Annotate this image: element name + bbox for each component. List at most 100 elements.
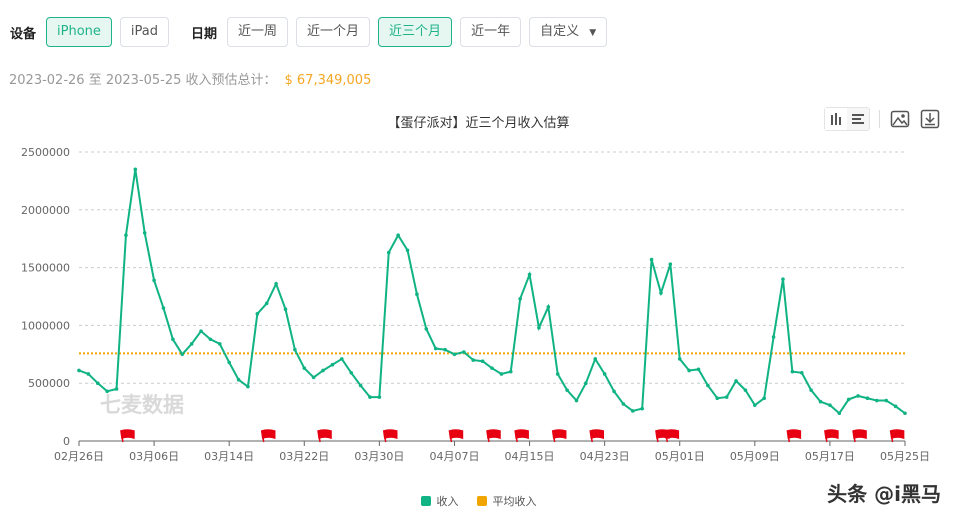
range-year-button[interactable]: 近一年 xyxy=(460,17,522,47)
x-tick-label: 05月17日 xyxy=(805,450,855,463)
y-tick-label: 0 xyxy=(63,435,70,448)
data-point xyxy=(340,357,344,361)
data-point xyxy=(715,396,720,401)
data-point xyxy=(490,366,494,370)
data-point xyxy=(781,277,785,281)
revenue-line-chart: 七麦数据 0 500000 1000000 1500000 2000000 2500000… xyxy=(21,146,930,463)
data-point xyxy=(171,337,175,342)
data-point xyxy=(518,297,522,301)
data-point xyxy=(875,398,879,403)
data-point xyxy=(396,233,400,238)
data-point xyxy=(462,350,466,354)
device-label: 设备 xyxy=(10,26,37,42)
data-point xyxy=(799,370,804,375)
x-tick-label: 04月15日 xyxy=(505,450,555,463)
data-point xyxy=(349,370,354,375)
data-point xyxy=(668,262,673,266)
data-point xyxy=(405,248,410,253)
x-tick-label: 05月25日 xyxy=(880,450,930,463)
data-point xyxy=(415,292,419,296)
data-point xyxy=(152,278,156,283)
data-point xyxy=(537,325,541,330)
data-point xyxy=(321,368,325,373)
data-point xyxy=(565,388,569,392)
device-ipad-button[interactable]: iPad xyxy=(119,17,169,47)
data-point xyxy=(790,369,795,374)
download-icon[interactable] xyxy=(919,108,941,130)
bar-chart-icon[interactable] xyxy=(825,108,847,130)
range-3months-button[interactable]: 近三个月 xyxy=(378,17,453,47)
data-point xyxy=(828,403,832,407)
data-point xyxy=(105,389,109,394)
data-point xyxy=(86,372,91,376)
x-tick-label: 03月30日 xyxy=(354,450,404,463)
list-icon[interactable] xyxy=(847,108,869,130)
data-point xyxy=(264,301,269,306)
data-point xyxy=(555,372,560,376)
data-point xyxy=(199,329,203,333)
event-flag-icon xyxy=(448,429,464,443)
summary-total: $ 67,349,005 xyxy=(284,73,372,88)
event-flag-icon xyxy=(260,429,276,443)
data-point xyxy=(227,360,231,365)
data-point xyxy=(480,359,485,364)
event-flag-icon xyxy=(382,429,398,443)
data-point xyxy=(311,375,316,380)
data-point xyxy=(283,307,288,312)
legend-item-revenue[interactable]: 收入 xyxy=(420,493,459,509)
data-point xyxy=(696,367,701,372)
data-point xyxy=(706,383,710,388)
data-point xyxy=(180,352,185,357)
data-point xyxy=(443,347,447,352)
y-tick-label: 2500000 xyxy=(21,146,70,159)
data-point xyxy=(508,369,513,374)
y-tick-label: 2000000 xyxy=(21,204,70,217)
y-tick-label: 1500000 xyxy=(21,262,70,275)
filter-bar: 设备 iPhone iPad 日期 近一周 近一个月 近三个月 近一年 自定义 … xyxy=(10,17,615,47)
data-point xyxy=(574,398,579,403)
source-watermark: 头条 @i黑马 xyxy=(827,482,941,506)
data-point xyxy=(818,399,823,404)
data-point xyxy=(330,362,335,367)
data-point xyxy=(884,398,889,403)
event-flag-icon xyxy=(852,429,867,443)
event-flag-icon xyxy=(589,429,604,443)
range-week-button[interactable]: 近一周 xyxy=(227,17,289,47)
y-tick-label: 500000 xyxy=(28,377,70,390)
data-point xyxy=(724,395,729,399)
data-point xyxy=(246,384,250,389)
data-point xyxy=(856,394,860,398)
data-point xyxy=(424,327,429,331)
revenue-line xyxy=(78,169,906,415)
data-point xyxy=(142,231,147,235)
legend-label: 平均收入 xyxy=(492,495,537,508)
custom-range-dropdown[interactable]: 自定义 ▼ xyxy=(529,17,608,47)
data-point xyxy=(593,357,598,361)
chart-legend: 收入 平均收入 xyxy=(0,493,957,509)
watermark: 七麦数据 xyxy=(100,393,184,417)
data-point xyxy=(236,377,241,382)
event-flag-icon xyxy=(120,429,135,443)
data-point xyxy=(743,388,748,392)
data-point xyxy=(612,389,616,394)
data-point xyxy=(527,272,532,277)
x-tick-label: 05月01日 xyxy=(655,450,705,463)
range-month-button[interactable]: 近一个月 xyxy=(296,17,371,47)
data-point xyxy=(208,337,213,342)
chart-toolbar xyxy=(824,107,941,131)
data-point xyxy=(649,257,654,262)
data-point xyxy=(274,281,278,286)
event-flag-icon xyxy=(551,429,567,443)
custom-range-label: 自定义 xyxy=(540,24,580,39)
x-tick-label: 04月23日 xyxy=(580,450,630,463)
event-flag-icon xyxy=(786,429,802,443)
legend-item-average[interactable]: 平均收入 xyxy=(476,493,537,509)
data-point xyxy=(846,397,851,402)
image-icon[interactable] xyxy=(889,108,911,130)
data-point xyxy=(762,396,767,401)
device-iphone-button[interactable]: iPhone xyxy=(46,17,112,47)
data-point xyxy=(217,342,222,346)
data-point xyxy=(302,366,307,370)
data-point xyxy=(630,409,635,413)
x-tick-label: 03月06日 xyxy=(129,450,179,463)
